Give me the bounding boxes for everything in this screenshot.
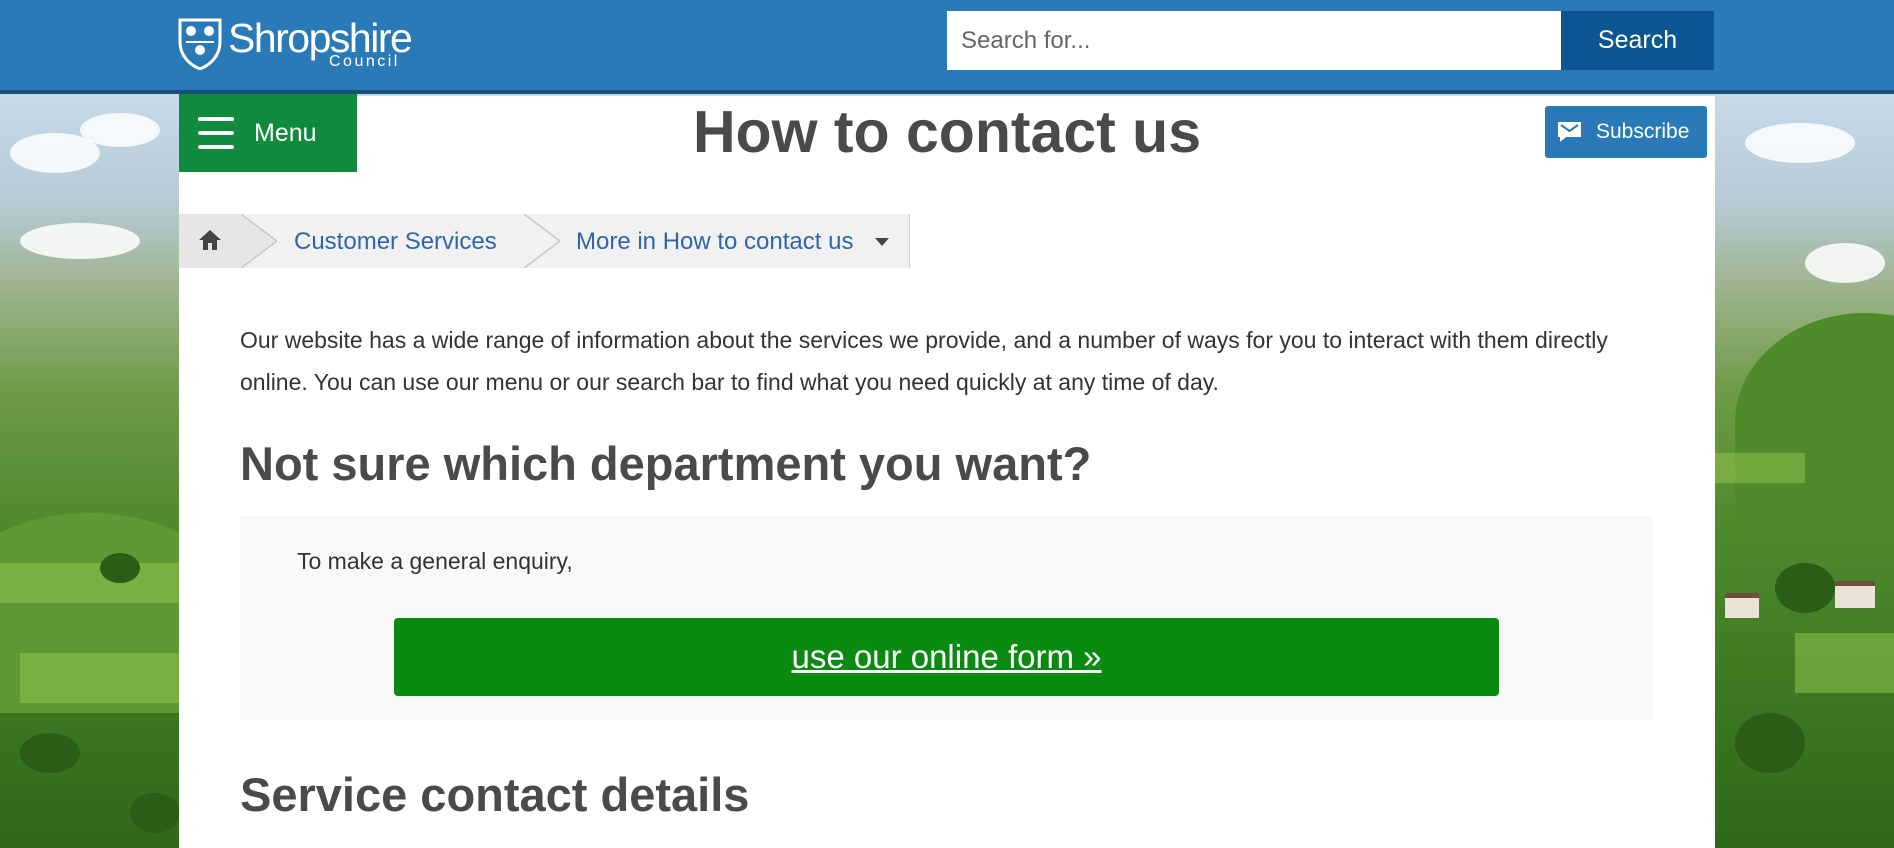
- envelope-icon: [1558, 122, 1581, 142]
- page-title: How to contact us: [692, 99, 1202, 165]
- general-enquiry-callout: To make a general enquiry, use our onlin…: [240, 516, 1653, 720]
- breadcrumb-item-customer-services[interactable]: Customer Services: [294, 228, 497, 256]
- breadcrumb: Customer Services More in How to contact…: [179, 214, 910, 268]
- section-heading-department: Not sure which department you want?: [240, 437, 1092, 490]
- background-scenery-right: [1715, 93, 1894, 848]
- chevron-down-icon[interactable]: [875, 238, 889, 246]
- section-heading-service-contacts: Service contact details: [240, 768, 750, 821]
- subscribe-label: Subscribe: [1596, 120, 1690, 143]
- breadcrumb-separator: [524, 214, 560, 268]
- intro-paragraph: Our website has a wide range of informat…: [240, 327, 1608, 395]
- breadcrumb-separator: [241, 214, 277, 268]
- subscribe-button[interactable]: Subscribe: [1545, 106, 1707, 158]
- online-form-button[interactable]: use our online form »: [394, 618, 1499, 696]
- enquiry-text: To make a general enquiry,: [297, 548, 573, 574]
- logo-shield-icon: [178, 18, 222, 70]
- background-scenery-left: [0, 93, 180, 848]
- home-icon: [199, 230, 221, 250]
- site-header: Shropshire Council Search: [0, 0, 1894, 94]
- logo-subtext: Council: [329, 53, 400, 70]
- search-button[interactable]: Search: [1561, 11, 1714, 70]
- shropshire-council-logo[interactable]: Shropshire Council: [178, 15, 413, 74]
- breadcrumb-home[interactable]: [179, 214, 241, 268]
- search-input[interactable]: [947, 11, 1561, 70]
- breadcrumb-item-more-in-how-to-contact-us[interactable]: More in How to contact us: [576, 228, 853, 256]
